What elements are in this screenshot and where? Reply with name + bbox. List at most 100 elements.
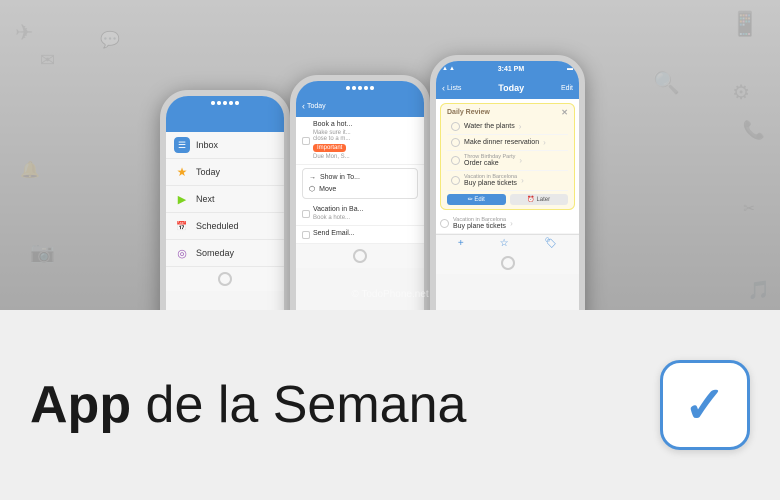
center-back[interactable]: ‹ Today: [302, 101, 326, 111]
task-circle-1[interactable]: [451, 122, 460, 131]
time-display: 3:41 PM: [498, 66, 524, 73]
deco-icon-8: 📷: [30, 240, 55, 265]
today-task-text-4: Buy plane tickets: [464, 180, 517, 187]
inbox-label: Inbox: [196, 140, 218, 150]
menu-item-someday[interactable]: ◎ Someday: [166, 240, 284, 267]
phone-center: ‹ Today Book a hot... Make sure it... cl…: [290, 75, 430, 350]
daily-review-title-row: Daily Review ✕: [447, 108, 568, 117]
cdot-2: [352, 86, 356, 90]
context-move[interactable]: ⬡ Move: [309, 183, 411, 195]
task-text-2: Vacation in Ba...: [313, 206, 363, 213]
vacation-task[interactable]: Vacation in Barcelona Buy plane tickets …: [436, 214, 579, 234]
task-text-3: Send Email...: [313, 230, 355, 237]
phone-right-content: Daily Review ✕ Water the plants › Make d…: [436, 99, 579, 234]
today-task-3[interactable]: Throw Birthday Party Order cake ›: [447, 151, 568, 171]
phone-left-bottom: [166, 267, 284, 291]
phone-right: ▲ ▲ 3:41 PM ▬ ‹ Lists Today Edit Daily R…: [430, 55, 585, 350]
scheduled-icon: 📅: [174, 218, 190, 234]
phone-center-header: ‹ Today: [296, 95, 424, 117]
home-button-left[interactable]: [218, 272, 232, 286]
deco-icon-9: 🎵: [748, 280, 770, 301]
home-button-right[interactable]: [501, 256, 515, 270]
app-title-bold: App: [30, 376, 131, 434]
task-circle-4[interactable]: [451, 176, 460, 185]
deco-icon-3: 📱: [730, 10, 760, 39]
wifi-icon: ▲: [442, 66, 448, 72]
phone-left-header: [166, 110, 284, 132]
dot-5: [235, 101, 239, 105]
vacation-text: Buy plane tickets: [453, 223, 506, 230]
task-item-3[interactable]: Send Email...: [296, 226, 424, 244]
context-move-label: Move: [319, 186, 336, 193]
center-status-dots: [346, 86, 374, 90]
today-task-4[interactable]: Vacation in Barcelona Buy plane tickets …: [447, 171, 568, 191]
phone-center-status: [296, 81, 424, 95]
right-back-label: Lists: [447, 85, 461, 92]
task-item-2[interactable]: Vacation in Ba... Book a hote...: [296, 202, 424, 226]
task-circle-3[interactable]: [451, 156, 460, 165]
card-actions: ✏ Edit ⏰ Later: [447, 194, 568, 205]
phone-right-status: ▲ ▲ 3:41 PM ▬: [436, 61, 579, 77]
cdot-4: [364, 86, 368, 90]
later-btn[interactable]: ⏰ Later: [510, 194, 569, 205]
menu-item-today[interactable]: ★ Today: [166, 159, 284, 186]
daily-review-card: Daily Review ✕ Water the plants › Make d…: [440, 103, 575, 210]
add-btn[interactable]: +: [458, 238, 464, 249]
task-title-2: Vacation in Ba... Book a hote...: [313, 206, 363, 221]
chevron-4: ›: [521, 176, 524, 185]
home-button-center[interactable]: [353, 249, 367, 263]
battery-icon: ▬: [567, 66, 573, 72]
vacation-task-info: Vacation in Barcelona Buy plane tickets: [453, 217, 506, 230]
tag-btn[interactable]: 🏷: [544, 238, 557, 249]
star-btn[interactable]: ☆: [500, 238, 509, 249]
edit-btn[interactable]: ✏ Edit: [447, 194, 506, 205]
today-task-info-1: Water the plants: [464, 123, 515, 130]
chevron-vacation: ›: [510, 219, 513, 228]
daily-review-close[interactable]: ✕: [561, 108, 568, 117]
inbox-icon: ☰: [174, 137, 190, 153]
menu-item-inbox[interactable]: ☰ Inbox: [166, 132, 284, 159]
phone-center-bottom: [296, 244, 424, 268]
task-item-1[interactable]: Book a hot... Make sure it... close to a…: [296, 117, 424, 165]
cdot-3: [358, 86, 362, 90]
deco-icon-5: 📞: [743, 120, 765, 141]
cdot-5: [370, 86, 374, 90]
menu-item-next[interactable]: ▶ Next: [166, 186, 284, 213]
today-task-1[interactable]: Water the plants ›: [447, 119, 568, 135]
task-badge-1: Important: [313, 144, 346, 152]
app-title: App de la Semana: [30, 375, 640, 435]
today-label: Today: [196, 167, 220, 177]
chevron-3: ›: [519, 156, 522, 165]
right-back[interactable]: ‹ Lists: [442, 83, 461, 93]
today-task-info-3: Throw Birthday Party Order cake: [464, 154, 515, 167]
next-icon: ▶: [174, 191, 190, 207]
checkmark-icon: ✓: [684, 376, 726, 434]
task-checkbox-2[interactable]: [302, 210, 310, 218]
chevron-2: ›: [543, 138, 546, 147]
phone-left-menu: ☰ Inbox ★ Today ▶ Next 📅 Scheduled ◎ Som…: [166, 132, 284, 267]
task-checkbox-1[interactable]: [302, 137, 310, 145]
task-circle-2[interactable]: [451, 138, 460, 147]
right-header-edit[interactable]: Edit: [561, 85, 573, 92]
chevron-1: ›: [519, 122, 522, 131]
deco-icon-10: 💬: [100, 30, 120, 50]
watermark: © TodoPhone.net: [351, 289, 428, 300]
context-show[interactable]: → Show in To...: [309, 172, 411, 183]
someday-label: Someday: [196, 248, 234, 258]
today-task-2[interactable]: Make dinner reservation ›: [447, 135, 568, 151]
task-circle-vacation[interactable]: [440, 219, 449, 228]
cdot-1: [346, 86, 350, 90]
task-checkbox-3[interactable]: [302, 231, 310, 239]
dot-4: [229, 101, 233, 105]
task-text-1: Book a hot...: [313, 121, 352, 128]
phone-right-home: [436, 252, 579, 274]
today-icon: ★: [174, 164, 190, 180]
today-task-text-2: Make dinner reservation: [464, 139, 539, 146]
today-task-text-1: Water the plants: [464, 123, 515, 130]
menu-item-scheduled[interactable]: 📅 Scheduled: [166, 213, 284, 240]
dot-2: [217, 101, 221, 105]
dot-1: [211, 101, 215, 105]
deco-icon-6: 🔔: [20, 160, 40, 180]
context-show-label: Show in To...: [320, 174, 360, 181]
app-icon-wrapper: ✓: [660, 360, 750, 450]
